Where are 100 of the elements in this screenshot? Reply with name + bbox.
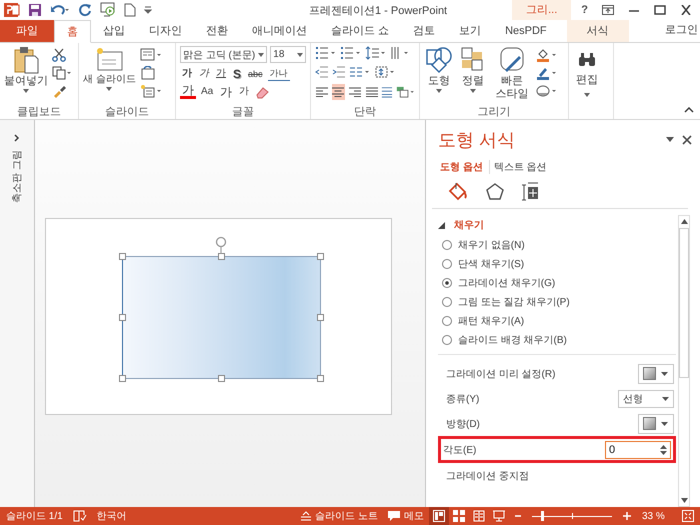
paint-bucket-icon[interactable] [446,182,470,202]
font-size-field[interactable]: 18 [270,46,306,63]
comments-button[interactable]: 메모 [388,509,424,523]
radio-label[interactable]: 그림 또는 질감 채우기(P) [458,294,570,308]
underline-button[interactable]: 가 [214,66,228,80]
customize-caret-icon[interactable] [144,5,152,15]
font-color-button[interactable]: 가 [180,84,196,99]
ribbon-tab[interactable]: 홈 [54,20,91,43]
scroll-up-icon[interactable] [680,219,688,224]
radio-label[interactable]: 패턴 채우기(A) [458,314,524,328]
ribbon-display-icon[interactable] [602,5,614,15]
increase-indent-icon[interactable] [332,65,346,79]
radio-button[interactable] [442,334,452,344]
presentation-icon[interactable] [100,2,116,18]
layout-icon[interactable] [140,48,162,62]
new-slide-button[interactable]: 새 슬라이드 [83,46,136,104]
paste-button[interactable]: 붙여넣기 [4,46,48,104]
collapse-triangle-icon[interactable] [438,222,445,228]
maximize-icon[interactable] [654,5,666,15]
gradient-swatch-dropdown[interactable] [638,364,674,384]
angle-spinner[interactable]: 0 [605,440,671,458]
rotate-handle-icon[interactable] [214,236,228,254]
sign-in-link[interactable]: 로그인 [665,20,700,42]
options-tab[interactable]: 도형 옵션 [440,160,490,174]
ribbon-tab[interactable]: 서식 [566,20,629,42]
ribbon-tab[interactable]: 파일 [0,20,54,42]
brush-icon[interactable] [52,84,66,98]
redo-icon[interactable] [78,3,92,17]
eraser-icon[interactable] [254,84,270,98]
radio-label[interactable]: 단색 채우기(S) [458,256,524,270]
distributed-icon[interactable] [381,85,394,99]
spacing-button[interactable]: 가나 [268,66,290,81]
align-center-button[interactable] [332,84,346,100]
font-name-field[interactable]: 맑은 고딕 (본문) [180,46,268,63]
pen-icon[interactable] [536,66,558,80]
zoom-in-icon[interactable] [622,511,632,521]
arrange-button[interactable]: 정렬 [458,46,488,104]
zoom-slider[interactable] [532,510,612,522]
radio-button[interactable] [442,240,452,250]
close-icon[interactable] [680,5,692,15]
radio-label[interactable]: 채우기 없음(N) [458,238,525,252]
scrollbar[interactable] [678,215,690,507]
help-button[interactable]: ? [581,4,588,16]
new-document-icon[interactable] [124,3,136,17]
text-direction-icon[interactable] [390,46,410,60]
ribbon-tab[interactable]: 디자인 [137,20,194,42]
shape-effects-icon[interactable] [536,84,558,98]
section-icon[interactable] [140,84,162,98]
reset-icon[interactable] [140,66,156,80]
expand-chevron-icon[interactable] [14,134,20,142]
ribbon-tab[interactable]: NesPDF [493,20,559,42]
ribbon-tab[interactable]: 검토 [401,20,448,42]
change-case-button[interactable]: Aa [199,84,216,98]
scroll-down-icon[interactable] [680,498,688,503]
shrink-font-button[interactable]: 가 [237,84,252,98]
normal-view-icon[interactable] [429,507,449,525]
fit-to-window-icon[interactable] [682,510,694,522]
pane-options-caret-icon[interactable] [666,137,674,143]
align-text-icon[interactable] [374,65,396,79]
editing-button[interactable]: 편집 [573,46,601,119]
collapse-ribbon-icon[interactable] [684,107,694,113]
ribbon-tab[interactable]: 애니메이션 [240,20,319,42]
options-tab[interactable]: 텍스트 옵션 [494,160,553,174]
bullet-list-icon[interactable] [315,46,337,60]
scrollbar-thumb[interactable] [679,228,689,378]
strikethrough-button[interactable]: abc [246,66,265,80]
quick-styles-button[interactable]: 빠른 스타일 [492,46,532,104]
spin-arrows-icon[interactable] [660,444,667,456]
language-indicator[interactable]: 한국어 [96,509,127,523]
ribbon-tab[interactable]: 삽입 [91,20,137,42]
size-layout-icon[interactable] [520,182,540,202]
smartart-icon[interactable] [396,85,415,99]
undo-icon[interactable] [50,3,70,17]
notes-button[interactable]: 슬라이드 노트 [301,509,378,523]
spell-check-icon[interactable] [72,510,87,522]
copy-icon[interactable] [52,66,72,80]
scissors-icon[interactable] [52,48,66,62]
bold-button[interactable]: 가 [180,66,194,80]
shape-fill-icon[interactable] [536,48,558,62]
radio-button[interactable] [442,258,452,268]
columns-icon[interactable] [349,65,371,79]
radio-button[interactable] [442,296,452,306]
type-dropdown[interactable]: 선형 [618,390,674,408]
close-pane-icon[interactable] [682,135,692,145]
gradient-swatch-dropdown[interactable] [638,414,674,434]
save-icon[interactable] [28,3,42,17]
grow-font-button[interactable]: 가 [218,84,234,98]
radio-button[interactable] [442,316,452,326]
radio-label[interactable]: 그라데이션 채우기(G) [458,276,556,290]
section-title[interactable]: 채우기 [454,218,484,232]
numbered-list-icon[interactable] [340,46,362,60]
shadow-button[interactable]: S [231,66,244,80]
pentagon-icon[interactable] [484,182,506,202]
radio-label[interactable]: 슬라이드 배경 채우기(B) [458,332,567,346]
shapes-button[interactable]: 도형 [424,46,454,104]
decrease-indent-icon[interactable] [315,65,329,79]
ribbon-tab[interactable]: 슬라이드 쇼 [319,20,402,42]
radio-button[interactable] [442,278,452,288]
ribbon-tab[interactable]: 전환 [194,20,240,42]
zoom-slider-thumb[interactable] [540,511,544,521]
